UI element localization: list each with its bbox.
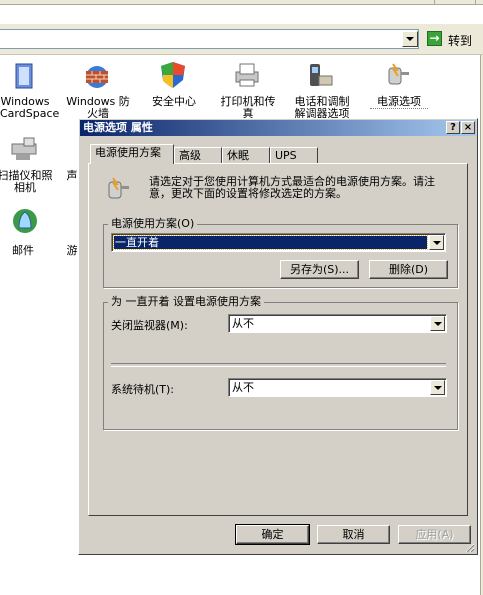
delete-button[interactable]: 删除(D) [369, 260, 448, 279]
security-center-label[interactable]: 安全中心 [146, 96, 202, 108]
resize-grip-icon[interactable] [463, 541, 475, 553]
dialog-title: 电源选项 属性 [83, 121, 153, 134]
monitor-value: 从不 [232, 317, 254, 330]
settings-group-label: 为 一直开着 设置电源使用方案 [108, 296, 264, 308]
go-button-label[interactable]: 转到 [448, 32, 472, 49]
tab-ups[interactable]: UPS [270, 147, 318, 164]
window-top-strip [0, 0, 483, 5]
save-as-button[interactable]: 另存为(S)... [280, 260, 359, 279]
tab-hibernate[interactable]: 休眠 [222, 147, 270, 164]
description-text: 请选定对于您使用计算机方式最适合的电源使用方案。请注意，更改下面的设置将修改选定… [149, 175, 435, 200]
monitor-dropdown-button[interactable] [430, 316, 445, 331]
ok-button[interactable]: 确定 [235, 524, 310, 545]
power-scheme-icon [108, 177, 129, 199]
apply-button[interactable]: 应用(A) [398, 525, 471, 544]
close-button[interactable]: × [461, 121, 475, 134]
game-label-partial[interactable]: 游 [66, 245, 78, 257]
scheme-dropdown-button[interactable] [429, 235, 444, 250]
tab-power-schemes[interactable]: 电源使用方案 [90, 144, 174, 164]
sound-label-partial[interactable]: 声 [66, 170, 78, 182]
mail-label[interactable]: 邮件 [6, 245, 40, 257]
tab-advanced[interactable]: 高级 [174, 147, 222, 164]
monitor-select[interactable]: 从不 [228, 314, 447, 333]
go-arrow-icon[interactable]: → [427, 31, 442, 46]
scheme-select[interactable]: 一直开着 [111, 233, 446, 252]
phone-modem-label[interactable]: 电话和调制 解调器选项 [290, 96, 354, 120]
scanner-label[interactable]: 扫描仪和照 相机 [0, 170, 54, 194]
top-button-stub[interactable] [434, 0, 476, 5]
standby-label: 系统待机(T): [111, 383, 175, 396]
cardspace-label[interactable]: Windows CardSpace [0, 96, 59, 120]
scanner-icon[interactable] [10, 136, 40, 166]
cancel-button[interactable]: 取消 [317, 525, 390, 544]
standby-value: 从不 [232, 381, 254, 394]
printer-label[interactable]: 打印机和传 真 [216, 96, 280, 120]
address-dropdown-button[interactable] [402, 31, 418, 47]
scheme-group-label: 电源使用方案(O) [108, 218, 198, 230]
power-options-icon[interactable] [383, 60, 413, 90]
phone-modem-icon[interactable] [305, 60, 335, 90]
standby-select[interactable]: 从不 [228, 378, 447, 397]
standby-dropdown-button[interactable] [430, 380, 445, 395]
printer-icon[interactable] [232, 60, 262, 90]
cardspace-icon[interactable] [10, 62, 40, 92]
mail-icon[interactable] [10, 206, 40, 236]
scheme-selection-highlight [113, 235, 428, 250]
settings-separator [111, 363, 446, 367]
firewall-icon[interactable] [82, 62, 112, 92]
help-button[interactable]: ? [446, 121, 460, 134]
address-input[interactable] [0, 29, 419, 49]
power-options-label[interactable]: 电源选项 [370, 96, 428, 109]
scheme-value: 一直开着 [115, 236, 159, 249]
security-center-icon[interactable] [158, 60, 188, 90]
monitor-label: 关闭监视器(M): [111, 319, 188, 332]
firewall-label[interactable]: Windows 防 火墙 [66, 96, 130, 120]
